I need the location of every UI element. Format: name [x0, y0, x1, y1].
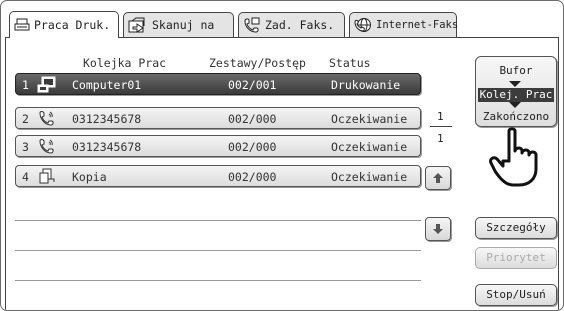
job-row[interactable]: 2 0312345678 002/000 Oczekiwanie — [15, 107, 421, 129]
column-header-status: Status — [329, 56, 371, 70]
job-number: 1 — [22, 78, 29, 92]
mode-spool[interactable]: Bufor — [478, 64, 554, 77]
job-name: 0312345678 — [72, 140, 142, 154]
phone-icon — [37, 138, 57, 158]
triangle-down-icon — [509, 102, 521, 108]
job-number: 4 — [22, 170, 29, 184]
page-current: 1 — [437, 110, 444, 123]
job-name: 0312345678 — [72, 112, 142, 126]
tab-fax-job[interactable]: Zad. Faks. — [238, 12, 345, 37]
empty-row-divider — [15, 250, 421, 251]
priority-button[interactable]: Priorytet — [475, 247, 557, 269]
job-row[interactable]: 4 Kopia 002/000 Oczekiwanie — [15, 165, 421, 187]
arrow-down-icon — [433, 224, 443, 234]
job-name: Kopia — [72, 170, 107, 184]
job-progress: 002/000 — [228, 112, 277, 126]
job-number: 2 — [22, 112, 29, 126]
stop-delete-button[interactable]: Stop/Usuń — [475, 284, 557, 306]
job-progress: 002/000 — [228, 170, 277, 184]
job-number: 3 — [22, 140, 29, 154]
tab-internet-fax[interactable]: Internet-Faks — [349, 12, 459, 37]
job-status: Drukowanie — [331, 78, 401, 92]
empty-row-divider — [15, 220, 421, 221]
job-status-panel: Praca Druk. Skanuj na Zad. Faks. Interne… — [0, 0, 564, 311]
mode-complete[interactable]: Zakończono — [478, 110, 554, 123]
job-name: Computer01 — [72, 78, 142, 92]
empty-row-divider — [15, 280, 421, 281]
job-status: Oczekiwanie — [331, 112, 408, 126]
triangle-down-icon — [509, 81, 521, 87]
printer-icon — [14, 18, 30, 31]
job-progress: 002/001 — [228, 78, 277, 92]
tab-label: Praca Druk. — [34, 18, 111, 32]
tab-label: Skanuj na — [152, 18, 215, 32]
tab-label: Zad. Faks. — [265, 18, 335, 32]
job-row[interactable]: 3 0312345678 002/000 Oczekiwanie — [15, 135, 421, 157]
job-status: Oczekiwanie — [331, 170, 408, 184]
job-list-mode-selector[interactable]: Bufor Kolej. Prac Zakończono — [475, 56, 557, 127]
tab-print-job[interactable]: Praca Druk. — [9, 11, 119, 38]
page-total: 1 — [437, 132, 444, 145]
column-header-queue: Kolejka Prac — [83, 56, 167, 70]
panel-border-left — [5, 37, 6, 310]
scan-icon — [128, 17, 145, 33]
job-progress: 002/000 — [228, 140, 277, 154]
job-row[interactable]: 1 Computer01 002/001 Drukowanie — [15, 73, 421, 95]
panel-border-right — [558, 37, 559, 310]
tab-scan-to[interactable]: Skanuj na — [123, 12, 234, 37]
scroll-up-button[interactable] — [425, 166, 451, 190]
internet-fax-icon — [354, 18, 371, 32]
copy-icon — [37, 168, 57, 188]
details-button[interactable]: Szczegóły — [475, 217, 557, 239]
arrow-up-icon — [433, 173, 443, 183]
page-fraction-bar — [430, 126, 452, 127]
phone-icon — [37, 110, 57, 130]
tab-label: Internet-Faks — [376, 19, 459, 31]
computer-icon — [37, 76, 57, 96]
job-status: Oczekiwanie — [331, 140, 408, 154]
column-header-progress: Zestawy/Postęp — [209, 56, 306, 70]
fax-icon — [244, 17, 260, 33]
mode-job-queue[interactable]: Kolej. Prac — [478, 88, 554, 102]
hand-pointer-icon — [489, 127, 538, 187]
scroll-down-button[interactable] — [425, 217, 451, 241]
